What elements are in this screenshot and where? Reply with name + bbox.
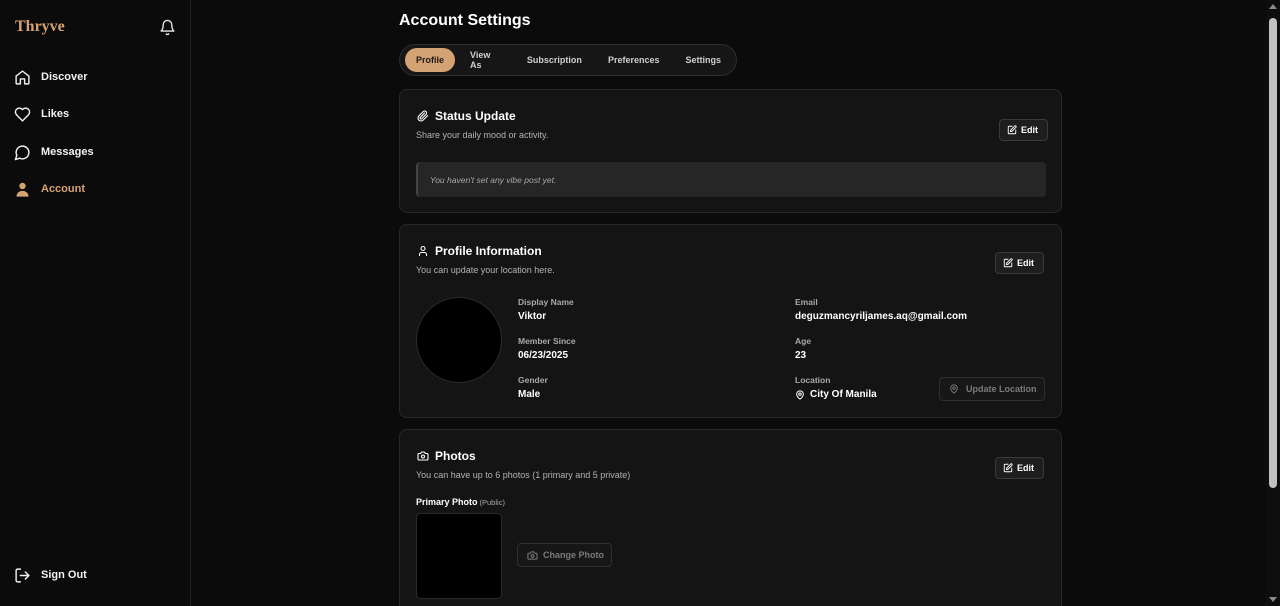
tab-subscription[interactable]: Subscription	[516, 48, 593, 72]
home-icon	[14, 69, 31, 86]
brand-logo[interactable]: Thryve	[15, 18, 65, 36]
member-since-value: 06/23/2025	[518, 350, 569, 361]
logout-icon	[14, 567, 31, 584]
sidebar-item-label: Discover	[41, 71, 88, 83]
location-row: City Of Manila	[795, 389, 877, 400]
primary-photo-label-text: Primary Photo	[416, 497, 478, 507]
sidebar-item-label: Likes	[41, 108, 70, 120]
scroll-thumb[interactable]	[1269, 18, 1277, 488]
status-update-subtitle: Share your daily mood or activity.	[416, 130, 549, 140]
photos-title: Photos	[417, 449, 476, 463]
primary-photo[interactable]	[416, 513, 502, 599]
profile-info-subtitle: You can update your location here.	[416, 265, 555, 275]
map-pin-icon	[795, 389, 810, 400]
scroll-down-arrow-icon[interactable]	[1269, 597, 1277, 602]
display-name-label: Display Name	[518, 297, 574, 307]
primary-photo-label: Primary Photo (Public)	[416, 497, 505, 507]
member-since-label: Member Since	[518, 336, 576, 346]
sidebar-item-likes[interactable]: Likes	[14, 102, 69, 126]
sidebar-item-messages[interactable]: Messages	[14, 140, 94, 164]
edit-icon	[1007, 125, 1021, 135]
profile-info-title-text: Profile Information	[435, 244, 542, 258]
sidebar-item-label: Account	[41, 183, 85, 195]
photos-card: Photos You can have up to 6 photos (1 pr…	[399, 429, 1062, 606]
status-edit-button[interactable]: Edit	[999, 119, 1048, 141]
heart-icon	[14, 106, 31, 123]
gender-value: Male	[518, 389, 541, 400]
age-label: Age	[795, 336, 812, 346]
message-icon	[14, 144, 31, 161]
bell-icon[interactable]	[159, 19, 176, 36]
location-label: Location	[795, 375, 831, 385]
user-outline-icon	[417, 245, 435, 257]
app-root: Thryve Discover Likes Messages Account S…	[0, 0, 1280, 606]
public-tag: (Public)	[479, 498, 505, 507]
edit-icon	[1003, 258, 1017, 268]
edit-label: Edit	[1017, 258, 1034, 268]
page-title: Account Settings	[399, 12, 531, 29]
change-photo-label: Change Photo	[543, 550, 604, 560]
email-value: deguzmancyriljames.aq@gmail.com	[795, 311, 968, 322]
vibe-post-empty: You haven't set any vibe post yet.	[416, 162, 1046, 197]
user-icon	[14, 181, 31, 198]
scroll-up-arrow-icon[interactable]	[1269, 4, 1277, 9]
profile-info-title: Profile Information	[417, 244, 542, 258]
tab-view-as[interactable]: View As	[459, 48, 512, 72]
display-name-value: Viktor	[518, 311, 547, 322]
edit-label: Edit	[1017, 463, 1034, 473]
sidebar-item-label: Messages	[41, 146, 94, 158]
camera-icon	[417, 450, 435, 462]
edit-icon	[1003, 463, 1017, 473]
sign-out-label: Sign Out	[41, 569, 87, 581]
edit-label: Edit	[1021, 125, 1038, 135]
photos-title-text: Photos	[435, 449, 476, 463]
tab-settings[interactable]: Settings	[674, 48, 732, 72]
page-scrollbar[interactable]	[1266, 0, 1280, 606]
status-update-card: Status Update Share your daily mood or a…	[399, 89, 1062, 213]
photos-subtitle: You can have up to 6 photos (1 primary a…	[416, 470, 631, 480]
avatar	[416, 297, 502, 383]
sign-out-button[interactable]: Sign Out	[14, 563, 87, 587]
change-photo-button[interactable]: Change Photo	[517, 543, 612, 567]
location-value: City Of Manila	[810, 389, 877, 400]
gender-label: Gender	[518, 375, 548, 385]
status-update-title-text: Status Update	[435, 109, 516, 123]
tab-preferences[interactable]: Preferences	[597, 48, 671, 72]
sidebar-item-discover[interactable]: Discover	[14, 65, 87, 89]
photos-edit-button[interactable]: Edit	[995, 457, 1044, 479]
status-update-title: Status Update	[417, 109, 516, 123]
age-value: 23	[795, 350, 807, 361]
email-label: Email	[795, 297, 818, 307]
update-location-button[interactable]: Update Location	[939, 377, 1045, 401]
tab-profile[interactable]: Profile	[405, 48, 456, 72]
profile-information-card: Profile Information You can update your …	[399, 224, 1062, 418]
camera-icon	[527, 550, 543, 561]
update-location-label: Update Location	[966, 384, 1037, 394]
settings-tabs: Profile View As Subscription Preferences…	[399, 44, 737, 76]
profile-edit-button[interactable]: Edit	[995, 252, 1044, 274]
paperclip-icon	[417, 110, 435, 122]
sidebar: Thryve Discover Likes Messages Account S…	[0, 0, 191, 606]
sidebar-item-account[interactable]: Account	[14, 177, 85, 201]
map-pin-icon	[949, 384, 966, 394]
